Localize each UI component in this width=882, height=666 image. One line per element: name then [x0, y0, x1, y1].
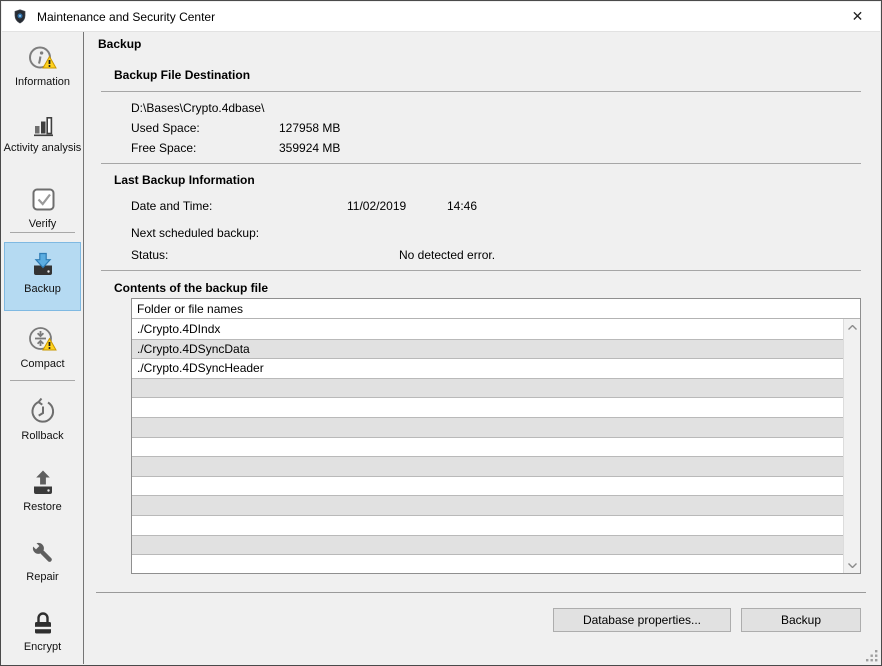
sidebar-item-backup[interactable]: Backup — [5, 250, 80, 295]
destination-path: D:\Bases\Crypto.4dbase\ — [131, 101, 264, 115]
sidebar-item-verify[interactable]: Verify — [2, 185, 83, 230]
activity-analysis-bars-icon — [27, 111, 59, 139]
backup-contents-rows: ./Crypto.4DIndx./Crypto.4DSyncData./Cryp… — [132, 320, 843, 573]
status-label: Status: — [131, 248, 168, 262]
last-backup-section-title: Last Backup Information — [114, 173, 255, 187]
backup-button[interactable]: Backup — [741, 608, 861, 632]
sidebar-item-label: Encrypt — [2, 641, 83, 653]
title-bar[interactable]: Maintenance and Security Center ✕ — [2, 2, 880, 32]
next-backup-label: Next scheduled backup: — [131, 226, 259, 240]
sidebar-item-restore[interactable]: Restore — [2, 468, 83, 513]
sidebar-divider — [10, 232, 75, 233]
close-button[interactable]: ✕ — [835, 2, 880, 31]
last-backup-date: 11/02/2019 — [347, 199, 406, 213]
window-resize-grip[interactable] — [865, 649, 878, 662]
verify-check-icon — [27, 185, 59, 215]
app-shield-icon — [11, 8, 29, 26]
table-header-folder-or-file-names[interactable]: Folder or file names — [132, 299, 860, 319]
table-row[interactable] — [132, 418, 843, 438]
section-divider — [101, 163, 861, 164]
rollback-clock-icon — [27, 397, 59, 427]
table-row[interactable] — [132, 536, 843, 556]
sidebar-item-rollback[interactable]: Rollback — [2, 397, 83, 442]
sidebar: Information Activity analysis Verify — [2, 32, 84, 664]
table-row[interactable] — [132, 555, 843, 573]
table-row[interactable]: ./Crypto.4DSyncData — [132, 340, 843, 360]
table-row[interactable]: ./Crypto.4DSyncHeader — [132, 359, 843, 379]
table-vertical-scrollbar[interactable] — [843, 319, 860, 573]
table-row[interactable] — [132, 477, 843, 497]
table-row[interactable] — [132, 496, 843, 516]
contents-section-title: Contents of the backup file — [114, 281, 268, 295]
restore-drive-icon — [27, 468, 59, 498]
destination-section-title: Backup File Destination — [114, 68, 250, 82]
sidebar-item-encrypt[interactable]: Encrypt — [2, 608, 83, 653]
sidebar-item-label: Restore — [2, 501, 83, 513]
table-row[interactable] — [132, 457, 843, 477]
sidebar-item-label: Information — [2, 76, 83, 88]
sidebar-item-label: Repair — [2, 571, 83, 583]
table-row[interactable]: ./Crypto.4DIndx — [132, 320, 843, 340]
sidebar-item-label: Compact — [2, 358, 83, 370]
backup-contents-table: Folder or file names ./Crypto.4DIndx./Cr… — [131, 298, 861, 574]
database-properties-button[interactable]: Database properties... — [553, 608, 731, 632]
table-row[interactable] — [132, 398, 843, 418]
used-space-label: Used Space: — [131, 121, 200, 135]
free-space-label: Free Space: — [131, 141, 196, 155]
section-divider — [101, 270, 861, 271]
sidebar-item-label: Backup — [5, 283, 80, 295]
information-warning-icon — [27, 45, 59, 73]
sidebar-item-label: Rollback — [2, 430, 83, 442]
sidebar-item-information[interactable]: Information — [2, 45, 83, 88]
window-title: Maintenance and Security Center — [37, 10, 215, 24]
compact-warning-icon — [27, 325, 59, 355]
table-row[interactable] — [132, 516, 843, 536]
sidebar-item-repair[interactable]: Repair — [2, 538, 83, 583]
footer-divider — [96, 592, 866, 593]
sidebar-item-label: Activity analysis — [2, 142, 83, 154]
repair-wrench-icon — [27, 538, 59, 568]
last-backup-time: 14:46 — [447, 199, 477, 213]
sidebar-item-label: Verify — [2, 218, 83, 230]
page-title: Backup — [98, 37, 141, 51]
used-space-value: 127958 MB — [279, 121, 340, 135]
sidebar-divider — [10, 380, 75, 381]
table-row[interactable] — [132, 438, 843, 458]
scrollbar-up-arrow-icon[interactable] — [844, 319, 861, 335]
free-space-value: 359924 MB — [279, 141, 340, 155]
backup-drive-icon — [27, 250, 59, 280]
status-value: No detected error. — [399, 248, 495, 262]
backup-page: Backup Backup File Destination D:\Bases\… — [84, 32, 882, 664]
sidebar-item-activity-analysis[interactable]: Activity analysis — [2, 111, 83, 154]
table-row[interactable] — [132, 379, 843, 399]
encrypt-lock-icon — [27, 608, 59, 638]
scrollbar-down-arrow-icon[interactable] — [844, 557, 861, 573]
section-divider — [101, 91, 861, 92]
date-time-label: Date and Time: — [131, 199, 212, 213]
maintenance-security-center-window: Maintenance and Security Center ✕ Inform… — [0, 0, 882, 666]
sidebar-selection-highlight: Backup — [4, 242, 81, 311]
sidebar-item-compact[interactable]: Compact — [2, 325, 83, 370]
